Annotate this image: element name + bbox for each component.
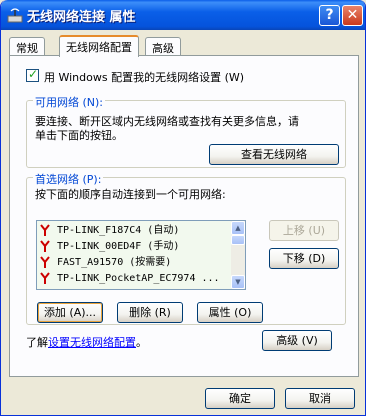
wireless-antenna-icon [40,256,50,268]
ok-button[interactable]: 确定 [205,388,275,409]
learn-more-text: 了解设置无线网络配置。 [26,334,147,350]
add-network-button[interactable]: 添加 (A)... [37,302,103,323]
scroll-up-icon[interactable]: ▲ [231,221,245,235]
available-networks-description-2: 单击下面的按钮。 [35,129,123,142]
list-item[interactable]: TP-LINK_PocketAP_EC7974 ... [39,271,229,287]
network-name: FAST_A91570 (按需要) [57,257,172,268]
use-windows-config-label: 用 Windows 配置我的无线网络设置 (W) [44,71,245,84]
available-networks-title: 可用网络 (N): [33,94,106,110]
network-name: TP-LINK_F187C4 (自动) [57,225,180,236]
wireless-setup-link[interactable]: 设置无线网络配置 [48,336,136,349]
list-item[interactable]: TP-LINK_00ED4F (手动) [39,239,229,255]
move-down-button[interactable]: 下移 (D) [269,248,339,269]
network-connection-icon [7,8,23,23]
network-name: TP-LINK_00ED4F (手动) [57,241,180,252]
tab-general[interactable]: 常规 [9,37,45,56]
wireless-antenna-icon [40,224,50,236]
view-wireless-networks-button[interactable]: 查看无线网络 [209,144,339,165]
learn-more-prefix: 了解 [26,336,48,349]
checkmark-icon: ✓ [28,67,39,81]
list-item[interactable]: TP-LINK_F187C4 (自动) [39,223,229,239]
scroll-down-icon[interactable]: ▼ [231,275,245,289]
advanced-button[interactable]: 高级 (V) [262,330,332,351]
wireless-antenna-icon [40,240,50,252]
preferred-networks-list[interactable]: TP-LINK_F187C4 (自动) TP-LINK_00ED4F (手动) … [36,220,246,290]
properties-dialog: 无线网络连接 属性 ? ✕ 常规 无线网络配置 高级 ✓ 用 Windows 配… [0,0,366,416]
wireless-antenna-icon [40,272,50,284]
preferred-networks-title: 首选网络 (P): [33,171,104,187]
window-title: 无线网络连接 属性 [27,10,136,25]
learn-more-suffix: 。 [136,336,147,349]
tab-advanced[interactable]: 高级 [145,37,181,56]
list-scrollbar[interactable]: ▲ ▼ [231,221,245,289]
available-networks-group: 可用网络 (N): 要连接、断开区域内无线网络或查找有关更多信息，请 单击下面的… [26,94,346,168]
cancel-button[interactable]: 取消 [285,388,355,409]
scroll-thumb[interactable] [231,235,245,245]
use-windows-config-checkbox[interactable]: ✓ [26,67,39,82]
remove-network-button[interactable]: 删除 (R) [117,302,183,323]
move-up-button[interactable]: 上移 (U) [269,220,339,241]
network-properties-button[interactable]: 属性 (O) [197,302,263,323]
close-button[interactable]: ✕ [342,5,363,26]
preferred-networks-description: 按下面的顺序自动连接到一个可用网络: [35,188,226,201]
title-bar[interactable]: 无线网络连接 属性 ? ✕ [1,0,365,30]
list-item[interactable]: FAST_A91570 (按需要) [39,255,229,271]
help-button[interactable]: ? [319,5,340,26]
tab-wireless-networks[interactable]: 无线网络配置 [59,35,139,57]
network-name: TP-LINK_PocketAP_EC7974 ... [57,273,220,284]
wireless-networks-panel: ✓ 用 Windows 配置我的无线网络设置 (W) 可用网络 (N): 要连接… [9,55,359,377]
